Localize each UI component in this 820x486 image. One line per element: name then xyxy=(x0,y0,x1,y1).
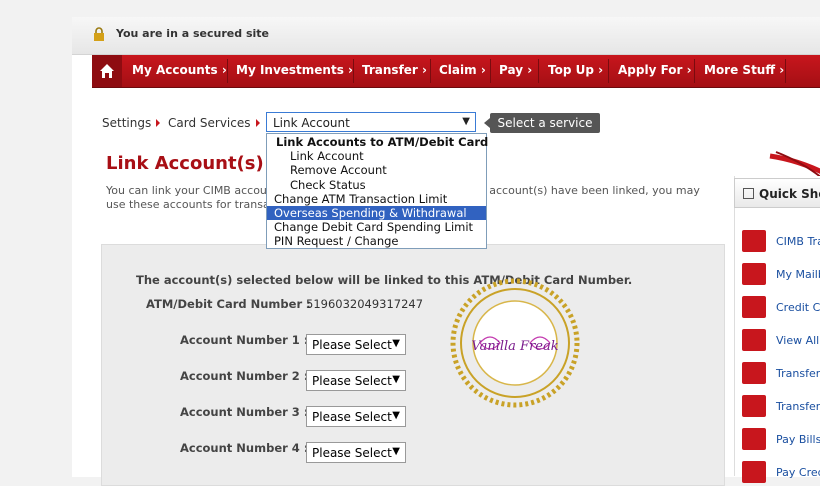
account-3-label: Account Number 3 : xyxy=(180,405,309,419)
chevron-down-icon: ▼ xyxy=(462,116,470,127)
shortcut-label: My Mailb xyxy=(776,268,820,281)
nav-divider xyxy=(538,59,539,83)
nav-apply-for[interactable]: Apply For › xyxy=(618,55,692,87)
dropdown-option-atm-limit[interactable]: Change ATM Transaction Limit xyxy=(267,192,493,206)
transfer-icon xyxy=(742,395,766,417)
secure-site-text: You are in a secured site xyxy=(116,27,269,40)
shortcut-label: Credit Ca xyxy=(776,301,820,314)
shortcut-item[interactable]: CIMB Tra xyxy=(742,230,820,254)
select-service-tooltip: Select a service xyxy=(484,113,600,133)
chevron-down-icon: ▼ xyxy=(392,446,400,457)
dropdown-option-check-status[interactable]: Check Status xyxy=(267,178,509,192)
chevron-down-icon: ▼ xyxy=(392,374,400,385)
lock-icon xyxy=(94,27,104,41)
account-4-select[interactable]: Please Select ▼ xyxy=(306,442,406,463)
shortcut-label: Pay Bills xyxy=(776,433,820,446)
dropdown-option-link-account[interactable]: Link Account xyxy=(267,149,509,163)
nav-divider xyxy=(694,59,695,83)
account-1-value: Please Select xyxy=(312,338,392,352)
nav-divider xyxy=(785,59,786,83)
account-4-value: Please Select xyxy=(312,446,392,460)
account-1-label: Account Number 1 : xyxy=(180,333,309,347)
chevron-down-icon: ▼ xyxy=(392,410,400,421)
shortcut-item[interactable]: Pay Cred xyxy=(742,461,820,485)
nav-divider xyxy=(353,59,354,83)
bill-icon xyxy=(742,428,766,450)
description-text: e account(s) have been linked, you may xyxy=(479,184,700,197)
account-3-select[interactable]: Please Select ▼ xyxy=(306,406,406,427)
mailbox-icon xyxy=(742,263,766,285)
shortcut-label: Transfer xyxy=(776,400,820,413)
breadcrumb-arrow-icon xyxy=(156,119,160,127)
shortcut-item[interactable]: Transfer xyxy=(742,362,820,386)
shortcut-item[interactable]: Pay Bills xyxy=(742,428,820,452)
card-number-value: 5196032049317247 xyxy=(306,297,424,311)
shortcut-label: View All xyxy=(776,334,820,347)
transfer-icon xyxy=(742,230,766,252)
watermark-stamp: Vanilla Freak xyxy=(450,278,580,408)
shortcut-label: Pay Cred xyxy=(776,466,820,479)
nav-divider xyxy=(430,59,431,83)
dropdown-group-label: Link Accounts to ATM/Debit Card xyxy=(276,135,489,149)
collapse-icon[interactable] xyxy=(743,188,754,199)
breadcrumb-arrow-icon xyxy=(256,119,260,127)
main-nav: My Accounts › My Investments › Transfer … xyxy=(92,55,820,88)
dropdown-option-debit-limit[interactable]: Change Debit Card Spending Limit xyxy=(267,220,493,234)
account-2-select[interactable]: Please Select ▼ xyxy=(306,370,406,391)
home-icon xyxy=(100,64,114,78)
nav-divider xyxy=(490,59,491,83)
list-icon xyxy=(742,329,766,351)
card-number-label: ATM/Debit Card Number : xyxy=(146,297,311,311)
service-dropdown-list: Link Accounts to ATM/Debit Card Link Acc… xyxy=(266,133,488,249)
nav-top-up[interactable]: Top Up › xyxy=(548,55,603,87)
page-title: Link Account(s) xyxy=(106,153,264,174)
service-select-value: Link Account xyxy=(273,116,350,130)
dropdown-option-remove-account[interactable]: Remove Account xyxy=(267,163,509,177)
shortcut-item[interactable]: View All xyxy=(742,329,820,353)
nav-more-stuff[interactable]: More Stuff › xyxy=(704,55,784,87)
credit-card-icon xyxy=(742,296,766,318)
dropdown-option-overseas[interactable]: Overseas Spending & Withdrawal xyxy=(267,206,486,220)
shortcut-item[interactable]: Transfer xyxy=(742,395,820,419)
quick-shortcuts-header: Quick Sho xyxy=(734,178,820,208)
nav-my-accounts[interactable]: My Accounts › xyxy=(132,55,227,87)
stamp-text: Vanilla Freak xyxy=(471,339,558,354)
credit-card-icon xyxy=(742,461,766,483)
shortcut-item[interactable]: My Mailb xyxy=(742,263,820,287)
account-2-value: Please Select xyxy=(312,374,392,388)
account-1-select[interactable]: Please Select ▼ xyxy=(306,334,406,355)
nav-pay[interactable]: Pay › xyxy=(499,55,532,87)
chevron-down-icon: ▼ xyxy=(392,338,400,349)
nav-claim[interactable]: Claim › xyxy=(439,55,486,87)
secure-site-bar: You are in a secured site xyxy=(72,17,820,55)
brand-swoosh-icon xyxy=(769,151,820,178)
shortcut-item[interactable]: Credit Ca xyxy=(742,296,820,320)
account-2-label: Account Number 2 : xyxy=(180,369,309,383)
account-3-value: Please Select xyxy=(312,410,392,424)
shortcut-label: CIMB Tra xyxy=(776,235,820,248)
description-text: You can link your CIMB accou xyxy=(106,184,267,197)
account-4-label: Account Number 4 : xyxy=(180,441,309,455)
service-select[interactable]: Link Account ▼ xyxy=(266,112,476,132)
nav-divider xyxy=(608,59,609,83)
description-text: use these accounts for transa xyxy=(106,198,270,211)
breadcrumb-settings[interactable]: Settings xyxy=(102,116,151,130)
nav-my-investments[interactable]: My Investments › xyxy=(236,55,353,87)
transfer-icon xyxy=(742,362,766,384)
shortcut-label: Transfer xyxy=(776,367,820,380)
breadcrumb-card-services[interactable]: Card Services xyxy=(168,116,251,130)
quick-shortcuts-title: Quick Sho xyxy=(759,187,820,201)
nav-divider xyxy=(227,59,228,83)
home-button[interactable] xyxy=(92,55,122,87)
dropdown-option-pin[interactable]: PIN Request / Change xyxy=(267,234,493,248)
nav-transfer[interactable]: Transfer › xyxy=(362,55,427,87)
